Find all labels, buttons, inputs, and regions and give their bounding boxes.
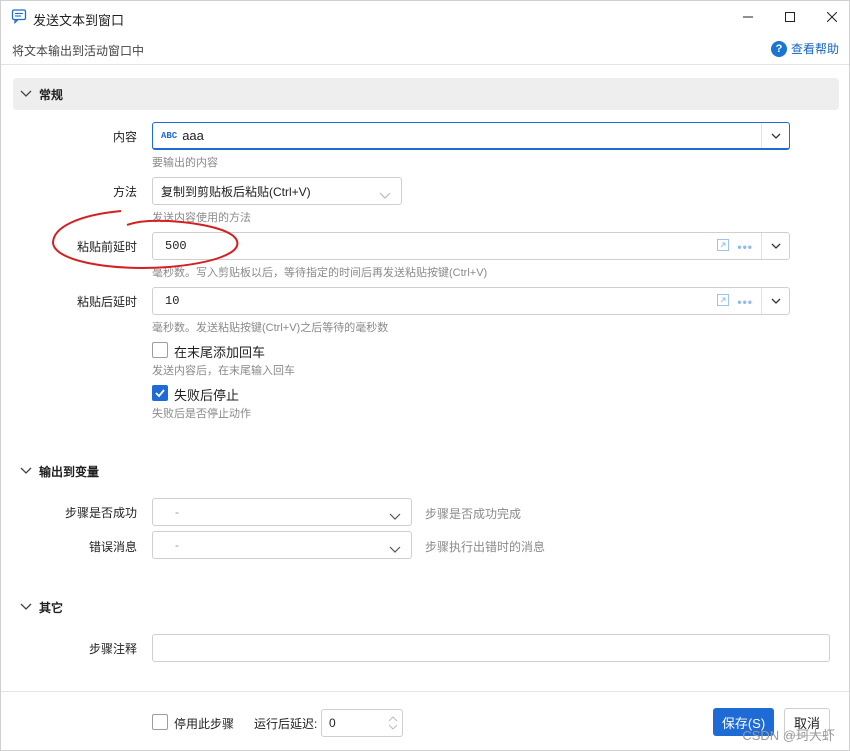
paste-before-input[interactable]: 500 •••: [152, 232, 790, 260]
note-input[interactable]: [152, 634, 830, 662]
minimize-icon: [743, 16, 753, 18]
watermark: CSDN @珂大虾: [742, 728, 835, 743]
message-icon: [11, 8, 27, 25]
section-title-output: 输出到变量: [39, 464, 100, 479]
disable-step-label: 停用此步骤: [174, 717, 235, 731]
section-header-other[interactable]: 其它: [13, 591, 839, 623]
section-header-output[interactable]: 输出到变量: [13, 455, 839, 487]
spin-arrows-icon[interactable]: [388, 714, 398, 735]
chevron-down-icon: [771, 133, 780, 139]
success-label: 步骤是否成功: [64, 506, 137, 520]
method-select[interactable]: 复制到剪贴板后粘贴(Ctrl+V): [152, 177, 402, 205]
expand-icon[interactable]: [717, 294, 730, 309]
stop-on-fail-hint: 失败后是否停止动作: [152, 408, 251, 420]
expand-icon[interactable]: [717, 239, 730, 254]
chevron-down-icon: [379, 188, 391, 202]
dialog-window: 发送文本到窗口 将文本输出到活动窗口中 ? 查看帮助 常规 内容 ABC aaa…: [0, 0, 850, 751]
chevron-down-icon: [771, 298, 780, 304]
append-enter-checkbox[interactable]: [152, 342, 168, 358]
section-title-general: 常规: [39, 87, 64, 102]
error-value: -: [175, 538, 179, 552]
paste-after-value: 10: [165, 294, 180, 308]
delay-value: 0: [329, 716, 336, 730]
error-select[interactable]: -: [152, 531, 412, 559]
chevron-down-icon: [13, 467, 39, 475]
note-label: 步骤注释: [88, 642, 137, 656]
success-hint: 步骤是否成功完成: [425, 507, 522, 521]
stop-on-fail-checkbox[interactable]: [152, 385, 168, 401]
maximize-icon: [785, 12, 795, 22]
delay-label: 运行后延迟:: [254, 717, 318, 731]
method-label: 方法: [112, 185, 137, 199]
annotation-circle: [51, 210, 239, 269]
chevron-down-icon: [771, 243, 780, 249]
disable-step-checkbox[interactable]: [152, 714, 168, 730]
help-link[interactable]: ? 查看帮助: [770, 40, 839, 57]
content-hint: 要输出的内容: [152, 157, 218, 169]
check-icon: [155, 389, 165, 398]
section-title-other: 其它: [39, 600, 64, 615]
subtitle-bar: 将文本输出到活动窗口中 ? 查看帮助: [1, 33, 849, 65]
error-label: 错误消息: [88, 540, 137, 554]
stop-on-fail-label: 失败后停止: [174, 388, 240, 403]
more-icon[interactable]: •••: [737, 295, 753, 309]
title-bar: 发送文本到窗口: [1, 1, 849, 33]
section-header-general[interactable]: 常规: [13, 78, 839, 110]
error-hint: 步骤执行出错时的消息: [425, 540, 546, 554]
success-select[interactable]: -: [152, 498, 412, 526]
paste-after-dropdown-button[interactable]: [761, 288, 789, 314]
more-icon[interactable]: •••: [737, 240, 753, 254]
window-title: 发送文本到窗口: [33, 13, 125, 28]
chevron-down-icon: [389, 542, 401, 556]
delay-stepper[interactable]: 0: [321, 709, 403, 737]
success-value: -: [175, 505, 179, 519]
chevron-down-icon: [13, 603, 39, 611]
paste-after-hint: 毫秒数。发送粘贴按键(Ctrl+V)之后等待的毫秒数: [152, 322, 389, 334]
append-enter-label: 在末尾添加回车: [174, 345, 266, 360]
maximize-button[interactable]: [767, 1, 813, 33]
help-label: 查看帮助: [790, 42, 839, 56]
method-value: 复制到剪贴板后粘贴(Ctrl+V): [161, 184, 311, 199]
content-label: 内容: [112, 130, 137, 144]
paste-before-dropdown-button[interactable]: [761, 233, 789, 259]
window-subtitle: 将文本输出到活动窗口中: [12, 44, 145, 58]
close-button[interactable]: [809, 1, 850, 33]
append-enter-hint: 发送内容后，在末尾输入回车: [152, 365, 295, 377]
content-dropdown-button[interactable]: [761, 123, 789, 148]
paste-after-input[interactable]: 10 •••: [152, 287, 790, 315]
text-type-badge: ABC: [161, 130, 178, 141]
close-icon: [827, 12, 837, 22]
paste-after-label: 粘贴后延时: [76, 295, 137, 309]
chevron-down-icon: [13, 90, 39, 98]
content-input[interactable]: ABC aaa: [152, 122, 790, 150]
content-value: aaa: [182, 128, 204, 143]
chevron-down-icon: [389, 509, 401, 523]
footer-bar: 停用此步骤 运行后延迟: 0 保存(S) 取消: [1, 691, 849, 751]
help-icon: ?: [770, 40, 787, 57]
minimize-button[interactable]: [725, 1, 771, 33]
